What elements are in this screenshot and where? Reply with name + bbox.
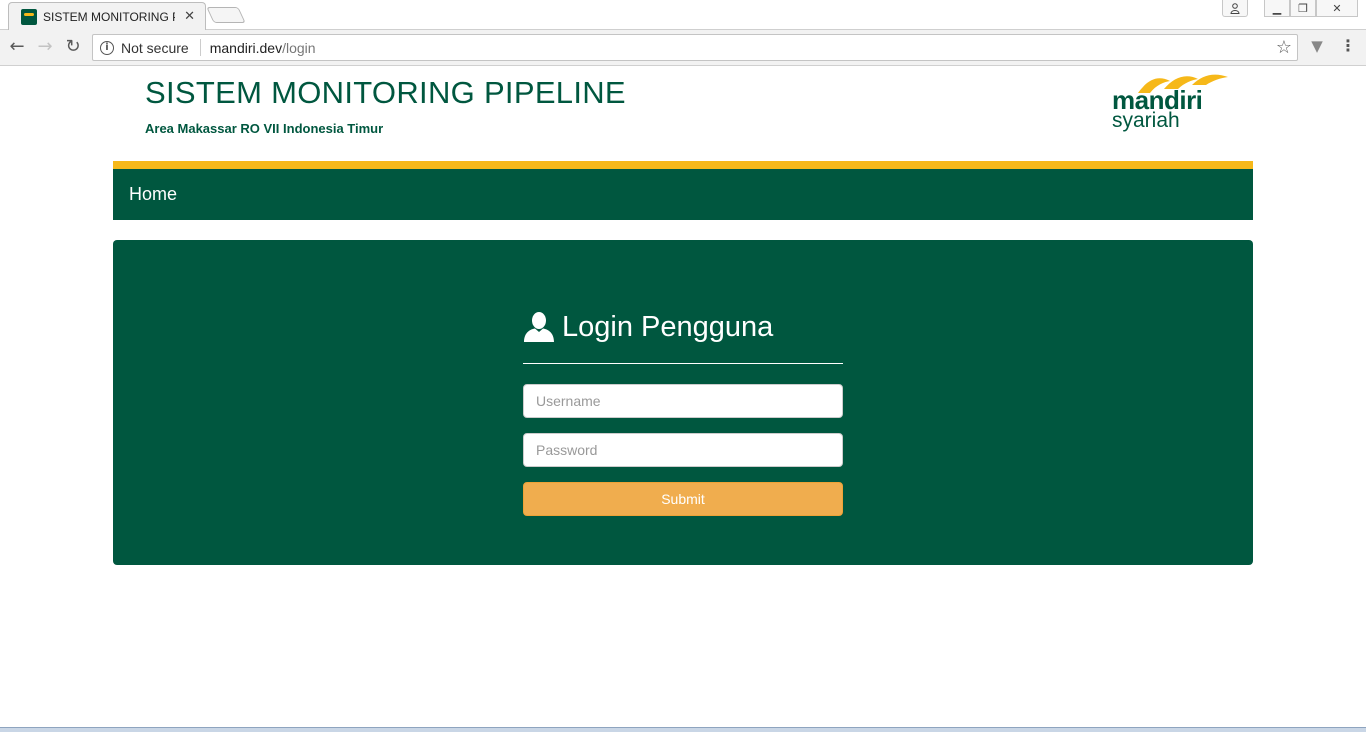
tab-title: SISTEM MONITORING PIPELINE bbox=[43, 9, 175, 24]
user-icon bbox=[524, 312, 554, 342]
password-input[interactable] bbox=[523, 433, 843, 467]
forward-button[interactable]: → bbox=[34, 36, 56, 58]
restore-button[interactable]: ❐ bbox=[1290, 0, 1316, 17]
address-bar[interactable]: i Not secure mandiri.dev /login ☆ bbox=[92, 34, 1298, 61]
login-heading-text: Login Pengguna bbox=[562, 310, 774, 343]
logo-sub-text: syariah bbox=[1112, 109, 1180, 132]
url-host[interactable]: mandiri.dev bbox=[210, 40, 282, 56]
submit-button[interactable]: Submit bbox=[523, 482, 843, 516]
favicon-icon bbox=[21, 8, 37, 25]
new-tab-button[interactable] bbox=[206, 7, 246, 23]
login-heading: Login Pengguna bbox=[523, 307, 843, 347]
username-input[interactable] bbox=[523, 384, 843, 418]
address-separator bbox=[199, 39, 201, 56]
window-controls: ▁ ❐ ✕ bbox=[1222, 0, 1358, 18]
login-panel: Login Pengguna Submit bbox=[113, 240, 1253, 565]
url-path[interactable]: /login bbox=[282, 40, 315, 56]
page-title: SISTEM MONITORING PIPELINE bbox=[145, 75, 626, 110]
minimize-button[interactable]: ▁ bbox=[1264, 0, 1290, 17]
security-label[interactable]: Not secure bbox=[121, 40, 189, 56]
close-window-button[interactable]: ✕ bbox=[1316, 0, 1358, 17]
browser-menu-icon[interactable]: ⋮ bbox=[1340, 36, 1356, 56]
extension-icon[interactable]: ▼ bbox=[1308, 36, 1326, 56]
back-button[interactable]: ← bbox=[6, 36, 28, 58]
mandiri-syariah-logo: mandiri syariah bbox=[1110, 73, 1230, 135]
nav-home-link[interactable]: Home bbox=[129, 184, 177, 205]
user-profile-button[interactable] bbox=[1222, 0, 1248, 17]
bookmark-star-icon[interactable]: ☆ bbox=[1276, 37, 1292, 58]
user-icon bbox=[1230, 2, 1240, 14]
close-tab-icon[interactable]: ✕ bbox=[184, 9, 195, 24]
browser-tab[interactable]: SISTEM MONITORING PIPELINE ✕ bbox=[8, 2, 206, 30]
browser-tab-bar: SISTEM MONITORING PIPELINE ✕ ▁ ❐ ✕ bbox=[0, 0, 1366, 30]
login-form: Login Pengguna Submit bbox=[523, 307, 843, 516]
os-taskbar bbox=[0, 727, 1366, 732]
page-subtitle: Area Makassar RO VII Indonesia Timur bbox=[145, 121, 384, 136]
page-content: SISTEM MONITORING PIPELINE Area Makassar… bbox=[0, 67, 1366, 727]
reload-button[interactable]: ↻ bbox=[62, 36, 84, 58]
browser-toolbar: ← → ↻ i Not secure mandiri.dev /login ☆ … bbox=[0, 30, 1366, 66]
heading-divider bbox=[523, 363, 843, 364]
info-icon[interactable]: i bbox=[100, 40, 114, 55]
main-navbar: Home bbox=[113, 161, 1253, 220]
